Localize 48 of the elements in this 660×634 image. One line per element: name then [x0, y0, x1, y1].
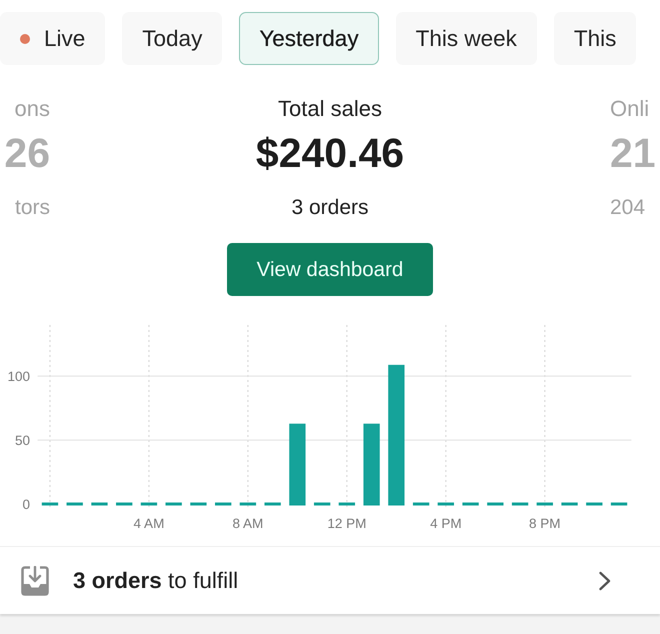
chart-bar [586, 502, 602, 506]
chart-bar [116, 502, 132, 506]
chart-bar [412, 502, 430, 506]
x-axis-label: 8 PM [529, 516, 561, 531]
chart-bar [561, 502, 578, 506]
chart-bar [610, 502, 628, 506]
inbox-arrow-icon [21, 566, 49, 596]
metric-label: Total sales [278, 95, 382, 123]
chart-bar [91, 502, 108, 506]
chart-bar [166, 502, 182, 506]
metric-detail: 3 orders [291, 195, 369, 221]
metric-label: Onli [610, 95, 650, 123]
chart-bar [512, 502, 528, 506]
chart-bar [314, 502, 330, 506]
chart-bar [487, 502, 504, 506]
metric-value: $240.46 [256, 129, 404, 177]
period-tab[interactable]: Today [122, 12, 222, 65]
chart-bar [215, 502, 232, 506]
metric-detail: 204 [610, 195, 646, 221]
x-axis-label: 12 PM [327, 516, 366, 531]
metric-label: ons [14, 95, 50, 123]
chevron-icon [598, 570, 612, 590]
period-tab[interactable]: This week [396, 12, 537, 65]
chart-bar [264, 502, 281, 506]
metric-value: 21 [610, 129, 656, 177]
live-dot-icon [20, 34, 30, 44]
chart-bar [240, 502, 256, 506]
chart-bar [536, 502, 553, 506]
chart-bar [66, 502, 83, 506]
y-axis-label: 50 [14, 433, 30, 448]
y-axis-label: 0 [22, 497, 30, 512]
x-axis-label: 4 PM [430, 516, 462, 531]
metric-value: 26 [4, 129, 50, 177]
view-dashboard-button[interactable]: View dashboard [227, 243, 433, 296]
chart-bar [42, 502, 58, 506]
orders-to-fulfill-link[interactable]: 3 orders to fulfill [0, 546, 660, 614]
period-tab[interactable]: Yesterday [239, 12, 379, 65]
y-axis-label: 100 [7, 369, 30, 384]
metric-detail: tors [14, 195, 50, 221]
x-axis-label: 4 AM [134, 516, 164, 531]
chart-bar [140, 502, 158, 506]
x-axis-label: 8 AM [232, 516, 264, 531]
chart-bar [462, 502, 479, 506]
period-tab[interactable]: This [554, 12, 636, 65]
chart-bar [338, 502, 356, 506]
chart-bar [190, 502, 207, 506]
period-tab[interactable]: Live [0, 12, 106, 65]
chart-bar [438, 502, 454, 506]
